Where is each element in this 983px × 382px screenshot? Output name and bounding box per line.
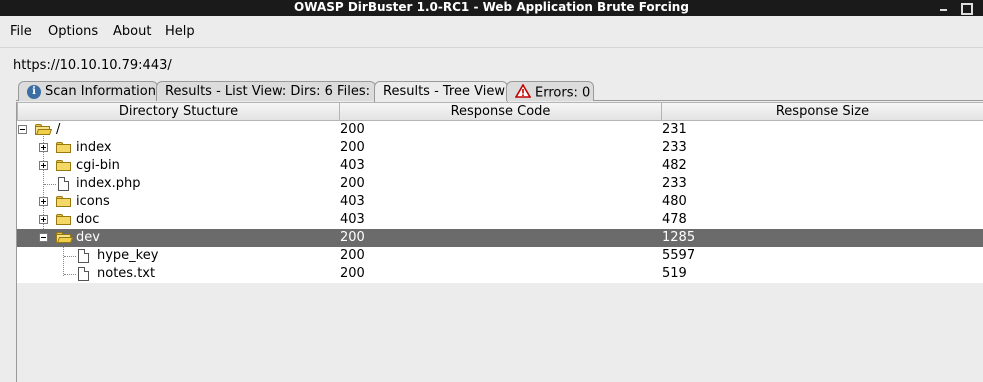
table-row-selected[interactable]: dev 200 1285 — [17, 229, 983, 247]
tab-bar: i Scan Information Results - List View: D… — [16, 81, 983, 102]
response-code: 200 — [340, 176, 365, 191]
tab-label: Results - List View: Dirs: 6 Files: 3 — [165, 84, 383, 99]
table-row[interactable]: hype_key 200 5597 — [17, 247, 983, 265]
menu-help[interactable]: Help — [165, 24, 195, 39]
response-code: 403 — [340, 194, 365, 209]
table-row[interactable]: icons 403 480 — [17, 193, 983, 211]
response-size: 233 — [662, 176, 687, 191]
file-icon — [78, 249, 89, 263]
response-size: 482 — [662, 158, 687, 173]
response-size: 233 — [662, 140, 687, 155]
column-header-response-size[interactable]: Response Size — [661, 102, 983, 121]
tree-item-label: doc — [76, 212, 100, 227]
tree-item-label: notes.txt — [97, 266, 156, 281]
tab-errors[interactable]: Errors: 0 — [506, 81, 594, 101]
folder-icon — [56, 160, 71, 171]
table-row[interactable]: index 200 233 — [17, 139, 983, 157]
response-code: 200 — [340, 230, 365, 245]
column-header-directory[interactable]: Directory Stucture — [17, 102, 340, 121]
collapse-icon[interactable] — [39, 233, 48, 242]
tab-results-tree-view[interactable]: Results - Tree View — [374, 81, 508, 102]
response-code: 200 — [340, 140, 365, 155]
tree-item-label: index.php — [76, 176, 141, 191]
tree-rows: / 200 231 index 200 233 cgi-bin 403 482 … — [17, 121, 983, 283]
expand-icon[interactable] — [39, 215, 48, 224]
info-icon: i — [27, 84, 41, 99]
response-code: 200 — [340, 248, 365, 263]
table-row[interactable]: cgi-bin 403 482 — [17, 157, 983, 175]
target-url: https://10.10.10.79:443/ — [13, 58, 172, 73]
menu-about[interactable]: About — [113, 24, 151, 39]
response-size: 519 — [662, 266, 687, 281]
folder-icon — [56, 214, 71, 225]
response-code: 200 — [340, 266, 365, 281]
tree-item-label: / — [56, 122, 61, 137]
menu-file[interactable]: File — [10, 24, 32, 39]
table-row[interactable]: / 200 231 — [17, 121, 983, 139]
results-tree-table: Directory Stucture Response Code Respons… — [16, 102, 983, 382]
expand-icon[interactable] — [39, 143, 48, 152]
tree-line — [64, 256, 76, 257]
expand-icon[interactable] — [39, 161, 48, 170]
tab-scan-information[interactable]: i Scan Information — [18, 81, 158, 101]
response-code: 403 — [340, 158, 365, 173]
response-code: 403 — [340, 212, 365, 227]
table-row[interactable]: doc 403 478 — [17, 211, 983, 229]
table-header: Directory Stucture Response Code Respons… — [17, 102, 983, 121]
tab-results-list-view[interactable]: Results - List View: Dirs: 6 Files: 3 — [156, 81, 382, 101]
tree-item-label: icons — [76, 194, 110, 209]
menu-bar: File Options About Help — [0, 16, 983, 48]
response-size: 5597 — [662, 248, 696, 263]
file-icon — [78, 267, 89, 281]
expand-icon[interactable] — [39, 197, 48, 206]
column-header-response-code[interactable]: Response Code — [339, 102, 662, 121]
tab-label: Results - Tree View — [383, 84, 505, 99]
response-size: 1285 — [662, 230, 696, 245]
minimize-icon[interactable] — [938, 2, 950, 14]
tree-item-label: dev — [76, 230, 100, 245]
tree-item-label: index — [76, 140, 112, 155]
collapse-icon[interactable] — [18, 125, 27, 134]
response-size: 480 — [662, 194, 687, 209]
tree-line — [44, 184, 56, 185]
tab-label: Errors: 0 — [535, 85, 591, 101]
file-icon — [58, 177, 69, 191]
table-row[interactable]: index.php 200 233 — [17, 175, 983, 193]
folder-icon — [56, 196, 71, 207]
tree-line — [64, 274, 76, 275]
tree-item-label: hype_key — [97, 248, 159, 263]
folder-open-icon — [56, 232, 74, 243]
warning-icon — [514, 83, 532, 102]
maximize-icon[interactable] — [960, 2, 973, 15]
window-title: OWASP DirBuster 1.0-RC1 - Web Applicatio… — [294, 0, 689, 14]
response-size: 231 — [662, 122, 687, 137]
table-row[interactable]: notes.txt 200 519 — [17, 265, 983, 283]
response-code: 200 — [340, 122, 365, 137]
folder-icon — [56, 142, 71, 153]
folder-open-icon — [35, 124, 53, 135]
title-bar: OWASP DirBuster 1.0-RC1 - Web Applicatio… — [0, 0, 983, 16]
menu-options[interactable]: Options — [48, 24, 98, 39]
tab-label: Scan Information — [45, 84, 156, 99]
tree-item-label: cgi-bin — [76, 158, 120, 173]
response-size: 478 — [662, 212, 687, 227]
